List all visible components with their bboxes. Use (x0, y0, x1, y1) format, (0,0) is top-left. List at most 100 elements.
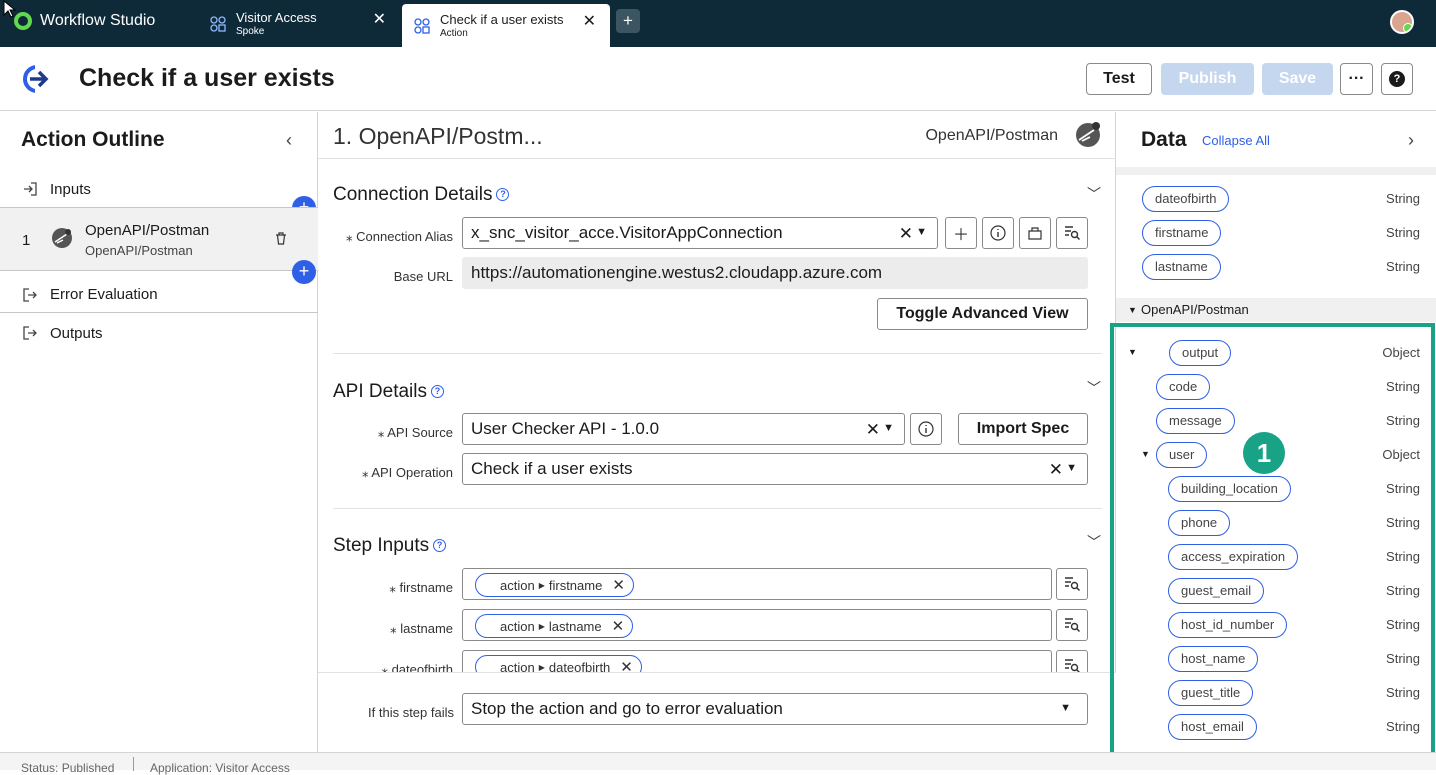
more-options-button[interactable]: ··· (1340, 63, 1373, 95)
tab-subtitle: Action (440, 27, 468, 39)
edit-connection-icon (1028, 227, 1042, 240)
firstname-input[interactable]: action ▶ firstname ✕ (462, 568, 1052, 600)
data-pill-host-id-number[interactable]: host_id_number (1168, 612, 1288, 638)
caret-down-icon[interactable]: ▼ (916, 226, 927, 238)
application-text: Application: Visitor Access (150, 761, 290, 775)
info-button[interactable] (982, 217, 1014, 249)
data-type: String (1386, 413, 1420, 428)
data-pill-guest-title[interactable]: guest_title (1168, 680, 1254, 706)
app-brand[interactable]: Workflow Studio (14, 12, 155, 30)
caret-down-icon[interactable]: ▼ (1066, 462, 1077, 474)
new-tab-button[interactable]: + (616, 9, 640, 33)
remove-pill-icon[interactable]: ✕ (612, 576, 625, 594)
clear-icon[interactable]: ✕ (866, 420, 880, 440)
expand-panel-icon[interactable]: › (1408, 130, 1414, 151)
clear-icon[interactable]: ✕ (1049, 460, 1063, 480)
caret-down-icon[interactable]: ▼ (883, 422, 894, 434)
help-icon[interactable]: ? (430, 385, 444, 399)
data-pill-lastname[interactable]: lastname (1142, 254, 1221, 280)
field-value: Stop the action and go to error evaluati… (471, 699, 783, 718)
help-icon: ? (1389, 71, 1405, 87)
publish-button[interactable]: Publish (1161, 63, 1254, 95)
lastname-input[interactable]: action ▶ lastname ✕ (462, 609, 1052, 641)
collapse-outline-icon[interactable]: ‹ (286, 130, 292, 151)
data-pill-phone[interactable]: phone (1168, 510, 1231, 536)
data-pill-access-expiration[interactable]: access_expiration (1168, 544, 1299, 570)
outline-item-inputs[interactable]: Inputs (0, 174, 318, 204)
caret-down-icon[interactable]: ▼ (1141, 449, 1150, 459)
data-pill-building-location[interactable]: building_location (1168, 476, 1291, 502)
action-outline-panel: Action Outline ‹ Inputs + 1 OpenAPI/Post… (0, 112, 318, 752)
help-icon[interactable]: ? (496, 188, 510, 202)
data-pill-dateofbirth[interactable]: dateofbirth (1142, 186, 1230, 212)
data-picker-button[interactable] (1056, 568, 1088, 600)
firstname-label: ⁎ firstname (389, 580, 453, 595)
data-pill-firstname[interactable]: firstname (1142, 220, 1222, 246)
collapse-all-link[interactable]: Collapse All (1202, 133, 1270, 148)
on-failure-label: If this step fails (368, 705, 454, 720)
import-spec-button[interactable]: Import Spec (958, 413, 1088, 445)
step-inputs-heading: Step Inputs? (333, 535, 447, 557)
trash-icon[interactable] (275, 232, 287, 245)
data-picker-button[interactable] (1056, 609, 1088, 641)
data-pill-guest-email[interactable]: guest_email (1168, 578, 1265, 604)
data-pill-host-email[interactable]: host_email (1168, 714, 1257, 740)
tab-visitor-access[interactable]: Visitor Access Spoke ✕ (200, 0, 400, 47)
close-tab-icon[interactable]: ✕ (373, 12, 386, 28)
info-button[interactable] (910, 413, 942, 445)
add-connection-button[interactable]: ＋ (945, 217, 977, 249)
outline-item-label: Error Evaluation (50, 286, 158, 303)
api-operation-label: ⁎ API Operation (361, 465, 453, 480)
data-picker-button[interactable] (1056, 217, 1088, 249)
action-back-icon[interactable] (22, 64, 52, 94)
openapi-postman-icon (52, 228, 72, 248)
data-pill[interactable]: action ▶ lastname ✕ (475, 614, 634, 638)
step-title: OpenAPI/Postman (85, 222, 210, 239)
data-type: String (1386, 379, 1420, 394)
mouse-cursor-icon (3, 0, 17, 18)
remove-pill-icon[interactable]: ✕ (612, 617, 625, 635)
outline-item-outputs[interactable]: Outputs (0, 318, 318, 348)
spoke-icon (210, 15, 226, 32)
page-header: Check if a user exists Test Publish Save… (0, 47, 1436, 111)
api-source-select[interactable]: User Checker API - 1.0.0 ✕ ▼ (462, 413, 905, 445)
help-button[interactable]: ? (1381, 63, 1413, 95)
info-icon (990, 225, 1006, 241)
step-header: 1. OpenAPI/Postm... OpenAPI/Postman (318, 112, 1116, 159)
data-pill-message[interactable]: message (1156, 408, 1235, 434)
connection-alias-select[interactable]: x_snc_visitor_acce.VisitorAppConnection … (462, 217, 938, 249)
test-button[interactable]: Test (1086, 63, 1152, 95)
data-pill-user[interactable]: user (1156, 442, 1208, 468)
caret-down-icon: ▼ (1060, 702, 1071, 714)
chevron-down-icon[interactable]: ﹀ (1087, 184, 1101, 204)
save-button[interactable]: Save (1262, 63, 1333, 95)
data-type: String (1386, 259, 1420, 274)
chevron-down-icon[interactable]: ﹀ (1087, 378, 1101, 398)
api-operation-select[interactable]: Check if a user exists ✕ ▼ (462, 453, 1088, 485)
data-type: Object (1382, 345, 1420, 360)
chevron-down-icon[interactable]: ﹀ (1087, 532, 1101, 552)
outline-step-1[interactable]: 1 OpenAPI/Postman OpenAPI/Postman (0, 207, 318, 271)
avatar[interactable] (1390, 10, 1414, 34)
outline-item-error-evaluation[interactable]: Error Evaluation (0, 277, 318, 313)
help-icon[interactable]: ? (433, 539, 447, 553)
data-pill-host-name[interactable]: host_name (1168, 646, 1259, 672)
data-pill-output[interactable]: output (1169, 340, 1232, 366)
section-label: OpenAPI/Postman (1141, 302, 1249, 317)
data-pill[interactable]: action ▶ firstname ✕ (475, 573, 634, 597)
caret-down-icon[interactable]: ▼ (1128, 347, 1137, 357)
data-type: String (1386, 191, 1420, 206)
close-tab-icon[interactable]: ✕ (583, 14, 596, 30)
toggle-advanced-view-button[interactable]: Toggle Advanced View (877, 298, 1088, 330)
clear-icon[interactable]: ✕ (899, 224, 913, 244)
data-pill-code[interactable]: code (1156, 374, 1211, 400)
tab-check-user[interactable]: Check if a user exists Action ✕ (402, 4, 610, 47)
data-type: String (1386, 685, 1420, 700)
field-label: API Operation (371, 465, 453, 480)
edit-connection-button[interactable] (1019, 217, 1051, 249)
on-failure-select[interactable]: Stop the action and go to error evaluati… (462, 693, 1088, 725)
pill-field: lastname (548, 618, 602, 634)
field-label: API Source (387, 425, 453, 440)
data-section-openapi-postman[interactable]: ▼ OpenAPI/Postman (1116, 298, 1436, 322)
step-type-label: OpenAPI/Postman (925, 127, 1058, 144)
